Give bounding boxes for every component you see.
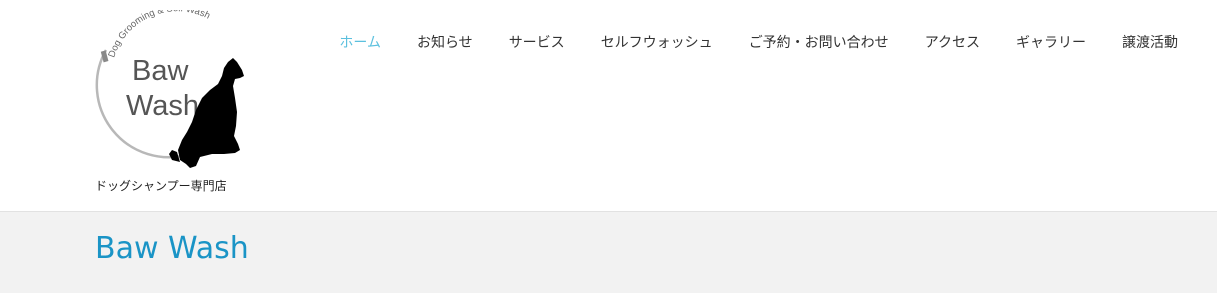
page-title: Baw Wash bbox=[95, 231, 249, 266]
logo-graphic: Dog Grooming & Self Wash Baw Wash bbox=[95, 3, 244, 168]
nav-item-home[interactable]: ホーム bbox=[339, 34, 381, 52]
svg-text:Dog Grooming & Self Wash: Dog Grooming & Self Wash bbox=[106, 10, 211, 59]
site-logo[interactable]: Dog Grooming & Self Wash Baw Wash bbox=[92, 3, 252, 172]
main-nav: ホーム お知らせ サービス セルフウォッシュ ご予約・お問い合わせ アクセス ギ… bbox=[339, 34, 1178, 52]
logo-text-line2: Wash bbox=[126, 90, 199, 122]
nav-item-news[interactable]: お知らせ bbox=[417, 34, 473, 52]
logo-text-line1: Baw bbox=[132, 55, 189, 87]
nav-item-access[interactable]: アクセス bbox=[925, 34, 980, 52]
logo-arc-text: Dog Grooming & Self Wash bbox=[106, 3, 211, 59]
site-header: Dog Grooming & Self Wash Baw Wash ドッグシャン… bbox=[0, 0, 1217, 212]
site-tagline: ドッグシャンプー専門店 bbox=[95, 179, 227, 193]
nav-item-self-wash[interactable]: セルフウォッシュ bbox=[601, 34, 713, 52]
nav-item-gallery[interactable]: ギャラリー bbox=[1016, 34, 1086, 52]
nav-item-services[interactable]: サービス bbox=[509, 34, 565, 52]
nav-item-reservation-contact[interactable]: ご予約・お問い合わせ bbox=[749, 34, 889, 52]
nav-item-adoption[interactable]: 譲渡活動 bbox=[1122, 34, 1178, 52]
